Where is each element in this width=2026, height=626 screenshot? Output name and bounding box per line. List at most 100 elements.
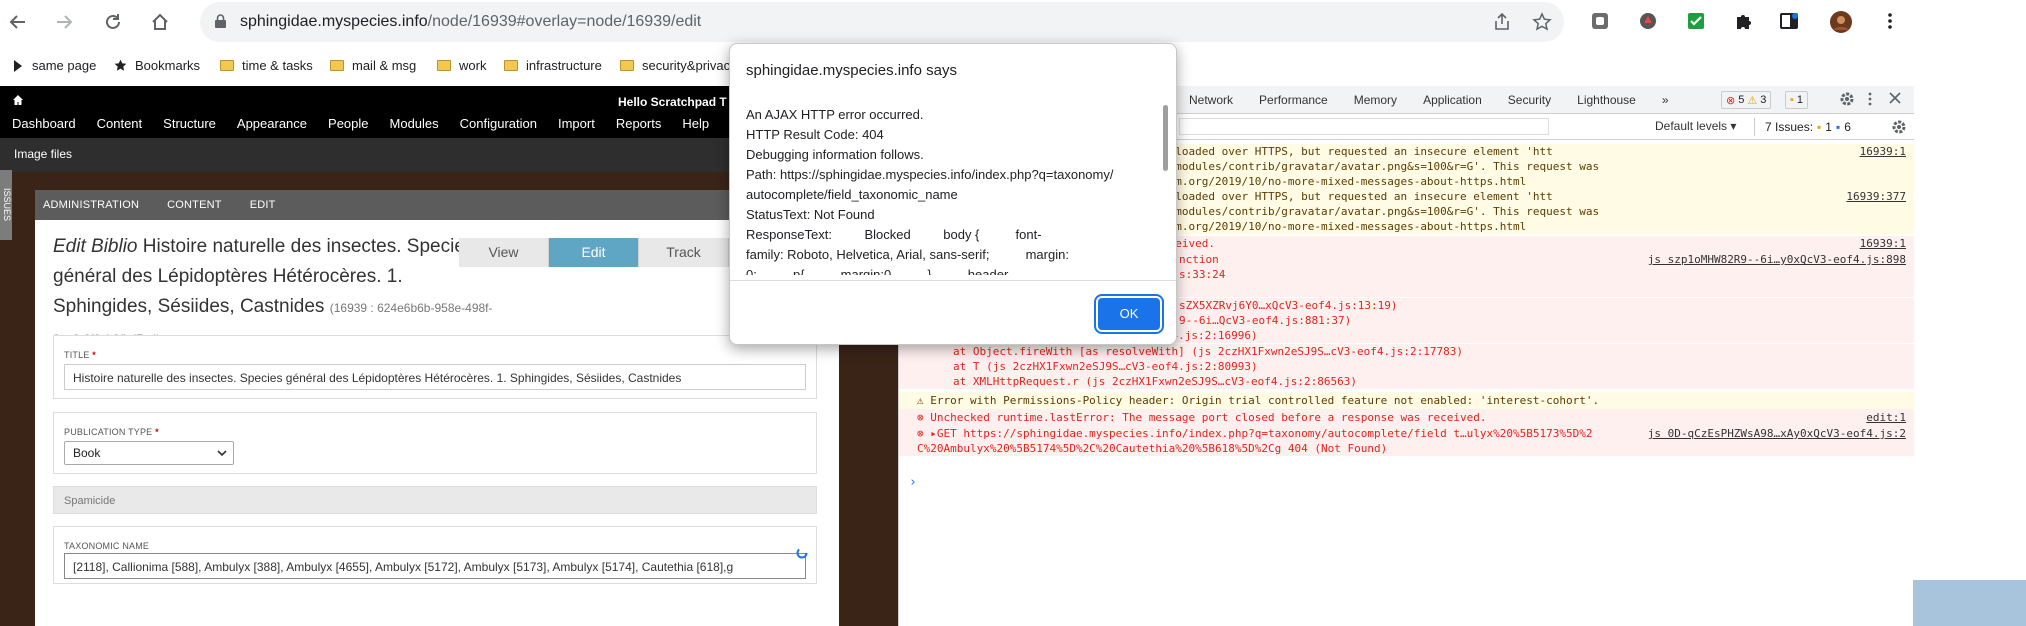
menu-reports[interactable]: Reports xyxy=(616,116,662,131)
menu-structure[interactable]: Structure xyxy=(163,116,216,131)
taxonomic-name-input[interactable]: [2118], Callionima [588], Ambulyx [388],… xyxy=(64,553,806,579)
taxonomic-name-label: TAXONOMIC NAME xyxy=(64,541,150,551)
title-field-box: TITLE * Histoire naturelle des insectes.… xyxy=(53,335,817,399)
bookmark-folder-infrastructure[interactable]: infrastructure xyxy=(504,58,602,73)
source-link[interactable]: 16939:1 xyxy=(1860,144,1906,159)
folder-icon xyxy=(330,60,344,71)
folder-icon xyxy=(220,60,234,71)
dialog-title: sphingidae.myspecies.info says xyxy=(746,62,957,79)
extension-square-icon[interactable] xyxy=(1590,11,1612,33)
bookmark-same-page[interactable]: same page xyxy=(12,58,96,73)
close-icon[interactable] xyxy=(1889,92,1901,104)
chevron-down-icon xyxy=(217,450,227,457)
publication-type-select[interactable]: Book xyxy=(64,441,234,465)
menu-content[interactable]: Content xyxy=(97,116,143,131)
sidepanel-icon[interactable] xyxy=(1779,11,1801,33)
share-icon[interactable] xyxy=(1492,12,1512,32)
devtools-menu-icon[interactable] xyxy=(1867,91,1873,107)
tab-network[interactable]: Network xyxy=(1189,93,1233,107)
info-count-icon: ▪ xyxy=(1790,94,1794,106)
console-line: C%20Ambulyx%20%5B5174%5D%2C%20Cautethia%… xyxy=(899,441,1914,456)
console-prompt[interactable]: › xyxy=(909,475,917,490)
title-input[interactable]: Histoire naturelle des insectes. Species… xyxy=(64,364,806,390)
back-icon[interactable] xyxy=(2,6,34,38)
puzzle-extensions-icon[interactable] xyxy=(1733,11,1755,33)
issues-counter[interactable]: 7 Issues: ▪ 1 ▪ 6 xyxy=(1754,118,1851,136)
more-tabs-button[interactable]: » xyxy=(1662,93,1669,107)
privacy-badger-icon[interactable] xyxy=(1638,11,1660,33)
menu-people[interactable]: People xyxy=(328,116,368,131)
console-settings-gear-icon[interactable] xyxy=(1891,119,1907,135)
crumb-content[interactable]: CONTENT xyxy=(167,199,222,211)
console-line: ⊗ ▸GET https://sphingidae.myspecies.info… xyxy=(899,426,1914,441)
folder-icon xyxy=(437,60,451,71)
tab-view[interactable]: View xyxy=(459,238,549,267)
issues-side-tab[interactable]: ISSUES xyxy=(0,170,12,240)
home-icon[interactable] xyxy=(12,94,24,106)
crumb-administration[interactable]: ADMINISTRATION xyxy=(43,199,139,211)
issue-info-icon: ▪ xyxy=(1835,120,1841,134)
console-line: ⊗ Unchecked runtime.lastError: The messa… xyxy=(899,409,1914,426)
console-line: at T (js 2czHX1Fxwn2eSJ9S…cV3-eof4.js:2:… xyxy=(899,359,1914,374)
overlay-tabs: View Edit Track xyxy=(459,238,729,267)
hello-user[interactable]: Hello Scratchpad T xyxy=(618,95,727,109)
source-link[interactable]: js szp1oMHW82R9--6i…y0xQcV3-eof4.js:898 xyxy=(1648,252,1906,267)
folder-icon xyxy=(620,60,634,71)
desktop-background xyxy=(1913,580,2026,626)
source-link[interactable]: js 0D-qCzEsPHZWsA98…xAy0xQcV3-eof4.js:2 xyxy=(1648,426,1906,441)
crumb-edit[interactable]: EDIT xyxy=(250,199,276,211)
console-filter-input[interactable] xyxy=(1179,118,1549,135)
lock-icon[interactable] xyxy=(214,14,227,29)
admin-menu: Dashboard Content Structure Appearance P… xyxy=(12,116,709,131)
settings-gear-icon[interactable] xyxy=(1839,91,1855,107)
source-link[interactable]: 16939:377 xyxy=(1846,189,1906,204)
bookmark-folder-work[interactable]: work xyxy=(437,58,486,73)
error-count-icon: ⊗ xyxy=(1726,94,1736,107)
tab-application[interactable]: Application xyxy=(1423,93,1482,107)
bookmark-bookmarks[interactable]: Bookmarks xyxy=(114,58,200,73)
tab-track[interactable]: Track xyxy=(639,238,729,267)
publication-type-label: PUBLICATION TYPE * xyxy=(64,427,159,437)
source-link[interactable]: 16939:1 xyxy=(1860,236,1906,252)
tab-edit[interactable]: Edit xyxy=(549,238,639,267)
menu-import[interactable]: Import xyxy=(558,116,595,131)
check-extension-icon[interactable] xyxy=(1686,11,1708,33)
tab-security[interactable]: Security xyxy=(1508,93,1551,107)
source-link[interactable]: edit:1 xyxy=(1866,409,1906,426)
tab-memory[interactable]: Memory xyxy=(1354,93,1397,107)
bookmark-folder-mail-msg[interactable]: mail & msg xyxy=(330,58,416,73)
menu-appearance[interactable]: Appearance xyxy=(237,116,307,131)
forward-icon[interactable] xyxy=(48,6,80,38)
dialog-scrollbar[interactable] xyxy=(1163,105,1168,171)
default-levels-dropdown[interactable]: Default levels ▾ xyxy=(1655,119,1736,133)
dialog-message: An AJAX HTTP error occurred. HTTP Result… xyxy=(746,107,1114,275)
overlay-breadcrumb: ADMINISTRATION CONTENT EDIT xyxy=(35,190,839,220)
menu-modules[interactable]: Modules xyxy=(390,116,439,131)
edit-overlay: ADMINISTRATION CONTENT EDIT Edit Biblio … xyxy=(35,190,839,626)
error-warning-counter[interactable]: ⊗ 5 ⚠ 3 xyxy=(1721,91,1772,109)
menu-configuration[interactable]: Configuration xyxy=(460,116,537,131)
folder-icon xyxy=(504,60,518,71)
menu-help[interactable]: Help xyxy=(682,116,709,131)
info-counter[interactable]: ▪ 1 xyxy=(1785,91,1809,109)
alert-dialog: sphingidae.myspecies.info says An AJAX H… xyxy=(729,43,1177,345)
browser-toolbar: sphingidae.myspecies.info/node/16939#ove… xyxy=(0,0,2026,44)
menu-dashboard[interactable]: Dashboard xyxy=(12,116,76,131)
warning-count-icon: ⚠ xyxy=(1747,94,1758,107)
spamicide-box[interactable]: Spamicide xyxy=(53,486,817,514)
home-icon[interactable] xyxy=(144,6,176,38)
star-icon[interactable] xyxy=(1532,12,1552,32)
bookmark-folder-time-tasks[interactable]: time & tasks xyxy=(220,58,313,73)
address-bar[interactable]: sphingidae.myspecies.info/node/16939#ove… xyxy=(200,2,1564,42)
tab-performance[interactable]: Performance xyxy=(1259,93,1328,107)
reload-icon[interactable] xyxy=(97,6,129,38)
console-line: at XMLHttpRequest.r (js 2czHX1Fxwn2eSJ9S… xyxy=(899,374,1914,389)
autocomplete-throbber-icon xyxy=(796,547,808,559)
tab-lighthouse[interactable]: Lighthouse xyxy=(1577,93,1636,107)
ok-button[interactable]: OK xyxy=(1098,298,1160,330)
console-line: ⚠ Error with Permissions-Policy header: … xyxy=(899,392,1914,409)
chrome-logo-icon xyxy=(12,59,24,72)
bookmark-folder-security-privacy[interactable]: security&privacy xyxy=(620,58,737,73)
profile-avatar[interactable] xyxy=(1830,11,1852,33)
chrome-menu-icon[interactable] xyxy=(1880,11,1902,33)
